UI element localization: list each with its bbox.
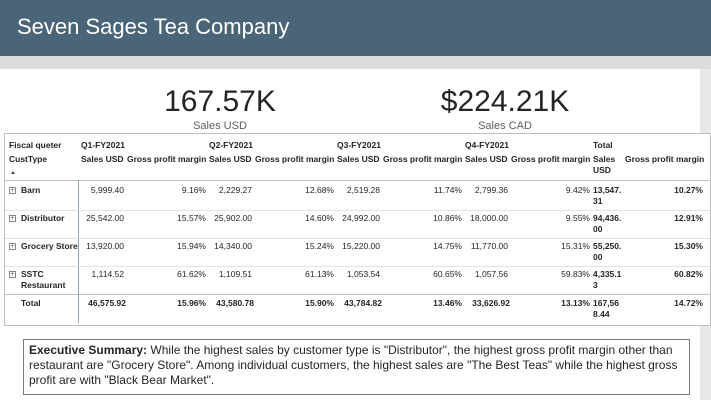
expand-icon[interactable]: +: [9, 271, 16, 278]
report-title: Seven Sages Tea Company: [17, 14, 290, 39]
total-cell-value: 15.90%: [305, 298, 334, 308]
cell-value: 25,902.00: [214, 213, 252, 223]
row-label-grocery-store: Grocery Store: [21, 241, 78, 251]
cell-total-sales: 55,250.00: [593, 241, 622, 262]
row-header-separator: [78, 180, 79, 323]
row-label-total: Total: [21, 298, 41, 308]
row-divider: [5, 238, 710, 239]
cell-total-sales: 13,547.31: [593, 185, 622, 206]
kpi-value: $224.21K: [440, 85, 570, 118]
cell-value: 1,114.52: [91, 269, 124, 279]
cell-value: 14.75%: [433, 241, 462, 251]
header-divider: [0, 56, 711, 69]
column-header-total[interactable]: Total: [593, 140, 613, 151]
total-divider: [5, 294, 710, 295]
corner-header-fiscal: Fiscal queter: [9, 140, 62, 150]
total-cell-value: 43,784.82: [344, 298, 382, 308]
cell-value: 2,799.36: [474, 185, 508, 195]
row-header-custtype[interactable]: CustType: [9, 154, 47, 165]
row-label-distributor: Distributor: [21, 213, 65, 223]
cell-value: 12.68%: [305, 185, 334, 195]
cell-value: 10.86%: [433, 213, 462, 223]
cell-value: 14.60%: [305, 213, 334, 223]
expand-icon[interactable]: +: [9, 243, 16, 250]
kpi-label: Sales CAD: [478, 120, 532, 132]
cell-value: 25,542.00: [86, 213, 124, 223]
column-header-total-gpm[interactable]: Gross profit margin: [625, 154, 704, 165]
kpi-label: Sales USD: [193, 120, 247, 132]
cell-value: 2,229.27: [218, 185, 252, 195]
column-header-q3[interactable]: Q3-FY2021: [337, 140, 381, 151]
cell-value: 60.65%: [433, 269, 462, 279]
cell-value: 1,109.51: [218, 269, 252, 279]
cell-value: 1,057.56: [474, 269, 508, 279]
column-header-sales[interactable]: Sales USD: [81, 154, 124, 165]
cell-value: 15.24%: [305, 241, 334, 251]
cell-value: 13,920.00: [86, 241, 124, 251]
cell-total-gpm: 60.82%: [674, 269, 703, 279]
cell-value: 15.94%: [177, 241, 206, 251]
row-label-sstc-restaurant: SSTC Restaurant: [21, 269, 66, 290]
column-header-gpm[interactable]: Gross profit margin: [511, 154, 590, 165]
cell-value: 2,519.28: [346, 185, 380, 195]
cell-total-gpm: 10.27%: [674, 185, 703, 195]
cell-value: 24,992.00: [342, 213, 380, 223]
expand-icon[interactable]: +: [9, 187, 16, 194]
cell-total-gpm: 15.30%: [674, 241, 703, 251]
expand-icon[interactable]: +: [9, 215, 16, 222]
row-divider: [5, 210, 710, 211]
column-header-sales[interactable]: Sales USD: [209, 154, 252, 165]
header-divider-line: [5, 180, 710, 181]
cell-value: 9.55%: [565, 213, 590, 223]
row-label-barn: Barn: [21, 185, 41, 195]
cell-value: 59.83%: [561, 269, 590, 279]
cell-value: 61.13%: [305, 269, 334, 279]
cell-total-sales: 94,436.00: [593, 213, 622, 234]
cell-value: 9.16%: [181, 185, 206, 195]
cell-value: 18,000.00: [470, 213, 508, 223]
column-header-sales[interactable]: Sales USD: [337, 154, 380, 165]
column-header-gpm[interactable]: Gross profit margin: [255, 154, 334, 165]
column-header-q2[interactable]: Q2-FY2021: [209, 140, 253, 151]
cell-value: 11,770.00: [470, 241, 508, 251]
kpi-card-sales-cad[interactable]: $224.21K Sales CAD: [425, 86, 585, 133]
executive-summary: Executive Summary: While the highest sal…: [23, 339, 690, 395]
total-cell-value: 46,575.92: [88, 298, 126, 308]
column-header-gpm[interactable]: Gross profit margin: [383, 154, 462, 165]
cell-value: 9.42%: [565, 185, 590, 195]
total-cell-value: 15.96%: [177, 298, 206, 308]
column-header-gpm[interactable]: Gross profit margin: [127, 154, 206, 165]
cell-total-sales: 4,335.13: [593, 269, 622, 290]
total-cell-value: 43,580.78: [216, 298, 254, 308]
column-header-total-sales[interactable]: Sales USD: [593, 154, 623, 176]
summary-heading: Executive Summary:: [29, 343, 148, 357]
column-header-q1[interactable]: Q1-FY2021: [81, 140, 125, 151]
total-cell-value: 13.13%: [561, 298, 590, 308]
cell-value: 5,999.40: [90, 185, 124, 195]
kpi-value: 167.57K: [164, 85, 276, 118]
grand-total-gpm: 14.72%: [674, 298, 703, 308]
cell-value: 1,053.54: [346, 269, 380, 279]
sales-matrix[interactable]: Fiscal queter Q1-FY2021 Q2-FY2021 Q3-FY2…: [4, 133, 711, 326]
total-cell-value: 13.46%: [433, 298, 462, 308]
cell-value: 11.74%: [433, 185, 462, 195]
cell-value: 15.31%: [561, 241, 590, 251]
column-header-q4[interactable]: Q4-FY2021: [465, 140, 509, 151]
sort-ascending-icon[interactable]: [11, 171, 15, 174]
cell-value: 15,220.00: [342, 241, 380, 251]
total-cell-value: 33,626.92: [472, 298, 510, 308]
grand-total-sales: 167,568.44: [593, 298, 619, 319]
cell-total-gpm: 12.91%: [674, 213, 703, 223]
row-divider: [5, 266, 710, 267]
column-header-sales[interactable]: Sales USD: [465, 154, 508, 165]
kpi-card-sales-usd[interactable]: 167.57K Sales USD: [140, 86, 300, 133]
cell-value: 14,340.00: [214, 241, 252, 251]
cell-value: 61.62%: [177, 269, 206, 279]
report-header: Seven Sages Tea Company: [0, 0, 711, 56]
cell-value: 15.57%: [177, 213, 206, 223]
